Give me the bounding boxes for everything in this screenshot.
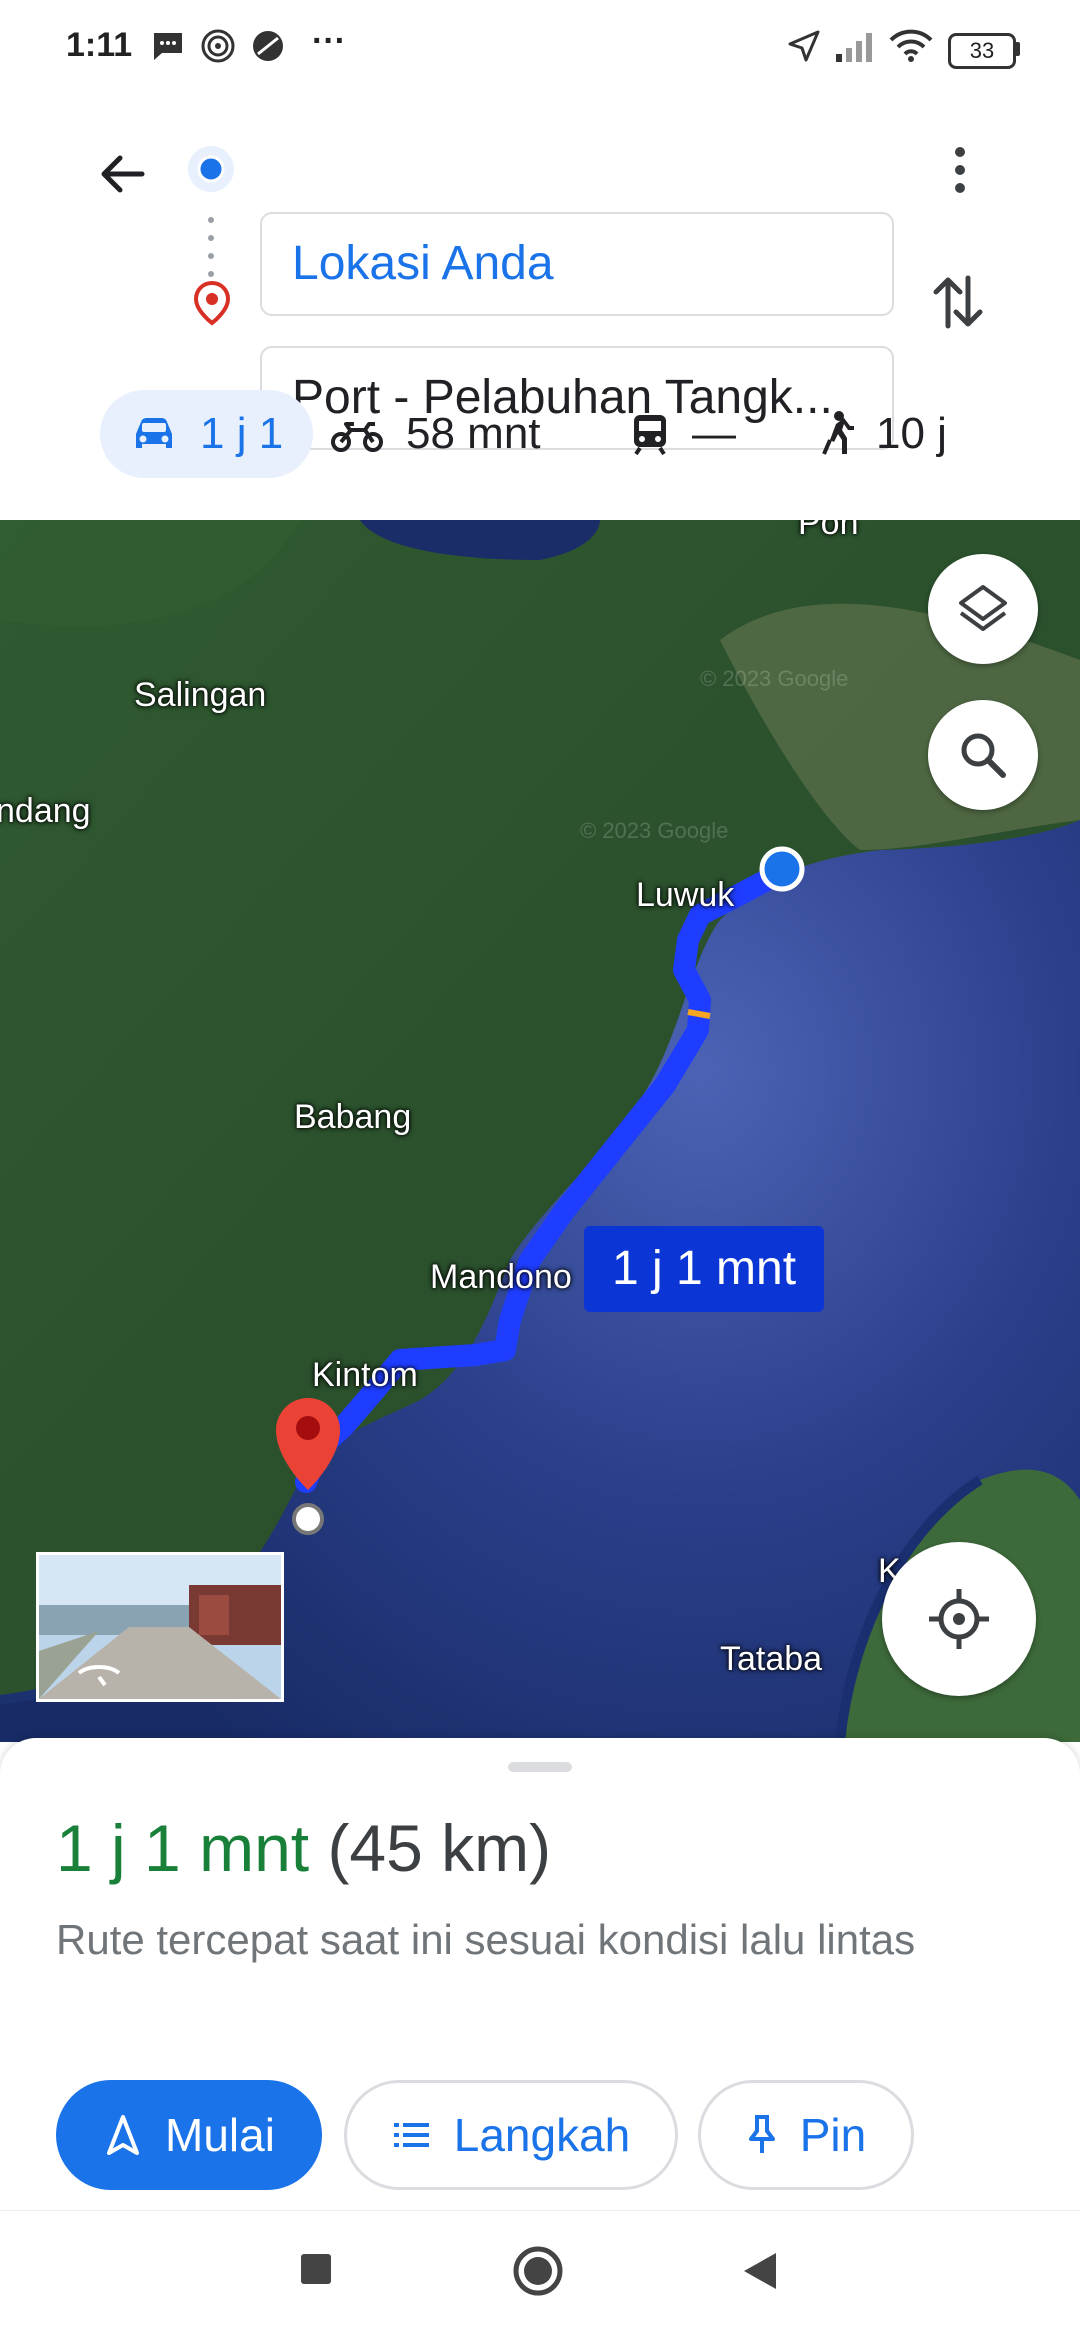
street-view-thumbnail[interactable]: [36, 1552, 284, 1702]
search-along-route-button[interactable]: [928, 700, 1038, 810]
mode-motorcycle-label: 58 mnt: [406, 409, 541, 458]
route-dots-icon: [208, 217, 214, 277]
place-label-kintom: Kintom: [312, 1356, 418, 1394]
search-icon: [961, 733, 1006, 778]
battery-tip: [1015, 42, 1020, 56]
car-icon: [136, 418, 172, 448]
motorcycle-icon: [331, 422, 383, 452]
walk-icon: [822, 411, 854, 455]
location-arrow-icon: [788, 30, 820, 62]
route-duration: 1 j 1 mnt (45 km): [56, 1810, 551, 1886]
train-icon: [634, 415, 666, 456]
pin-button-label: Pin: [799, 2109, 867, 2161]
street-view-image: [39, 1555, 281, 1699]
mode-walking-tab[interactable]: 10 j: [818, 390, 947, 478]
route-summary-sheet: 1 j 1 mnt (45 km) Rute tercepat saat ini…: [0, 1738, 1080, 2210]
home-icon[interactable]: [512, 2245, 564, 2297]
directions-header: Lokasi Anda Port - Pelabuhan Tangk... 1 …: [0, 96, 1080, 520]
list-icon: [393, 2123, 429, 2147]
mode-motorcycle-tab[interactable]: 58 mnt: [330, 390, 541, 478]
place-label-ndang: ndang: [0, 792, 91, 830]
wifi-icon: [889, 29, 933, 62]
place-label-salingan: Salingan: [134, 676, 267, 714]
mode-transit-tab[interactable]: —: [630, 390, 736, 478]
status-time: 1:11: [66, 26, 133, 64]
more-options-icon[interactable]: [940, 142, 980, 198]
navigation-arrow-icon: [107, 2115, 140, 2155]
place-label-poh: Poh: [798, 520, 859, 542]
route-eta-bubble[interactable]: 1 j 1 mnt: [584, 1226, 824, 1312]
place-label-mandono: Mandono: [430, 1258, 572, 1296]
mode-driving-label: 1 j 1: [200, 409, 284, 458]
steps-button-label: Langkah: [453, 2109, 631, 2161]
place-label-tataba: Tataba: [720, 1640, 823, 1678]
layers-button[interactable]: [928, 554, 1038, 664]
swap-icon[interactable]: [930, 270, 986, 334]
route-distance: (45 km): [327, 1811, 552, 1885]
sheet-drag-handle[interactable]: [508, 1762, 572, 1772]
map-view[interactable]: © 2023 Google © 2023 Google Salingan nda…: [0, 520, 1080, 1742]
recents-icon[interactable]: [298, 2251, 334, 2287]
place-label-luwuk: Luwuk: [636, 876, 735, 914]
origin-input[interactable]: Lokasi Anda: [260, 212, 894, 316]
nfc-icon: [201, 29, 235, 63]
my-location-button[interactable]: [882, 1542, 1036, 1696]
back-arrow-icon[interactable]: [94, 146, 150, 202]
place-label-babang: Babang: [294, 1098, 412, 1136]
mode-transit-label: —: [692, 409, 736, 458]
origin-dot-icon: [188, 146, 234, 192]
crosshair-icon: [929, 1589, 989, 1649]
mode-driving-tab[interactable]: 1 j 1: [100, 390, 314, 478]
message-icon: [154, 33, 182, 60]
signal-icon: [836, 33, 872, 62]
destination-pin-icon: [193, 280, 231, 326]
status-overflow: ···: [312, 22, 346, 60]
start-button-label: Mulai: [165, 2109, 275, 2161]
route-description: Rute tercepat saat ini sesuai kondisi la…: [56, 1916, 916, 1963]
mode-walking-label: 10 j: [876, 409, 947, 458]
start-navigation-button[interactable]: Mulai: [56, 2080, 322, 2190]
route-time: 1 j 1 mnt: [56, 1811, 310, 1885]
sync-icon: [253, 31, 283, 61]
pin-button[interactable]: Pin: [698, 2080, 914, 2190]
battery-indicator: 33: [948, 33, 1016, 69]
back-icon[interactable]: [740, 2249, 780, 2293]
pin-icon: [748, 2115, 775, 2153]
system-navigation-bar: [0, 2210, 1080, 2341]
map-watermark: © 2023 Google: [700, 666, 849, 691]
layers-icon: [959, 585, 1007, 631]
status-bar: 1:11 ··· 33: [0, 0, 1080, 96]
map-watermark: © 2023 Google: [580, 818, 729, 843]
steps-button[interactable]: Langkah: [344, 2080, 678, 2190]
